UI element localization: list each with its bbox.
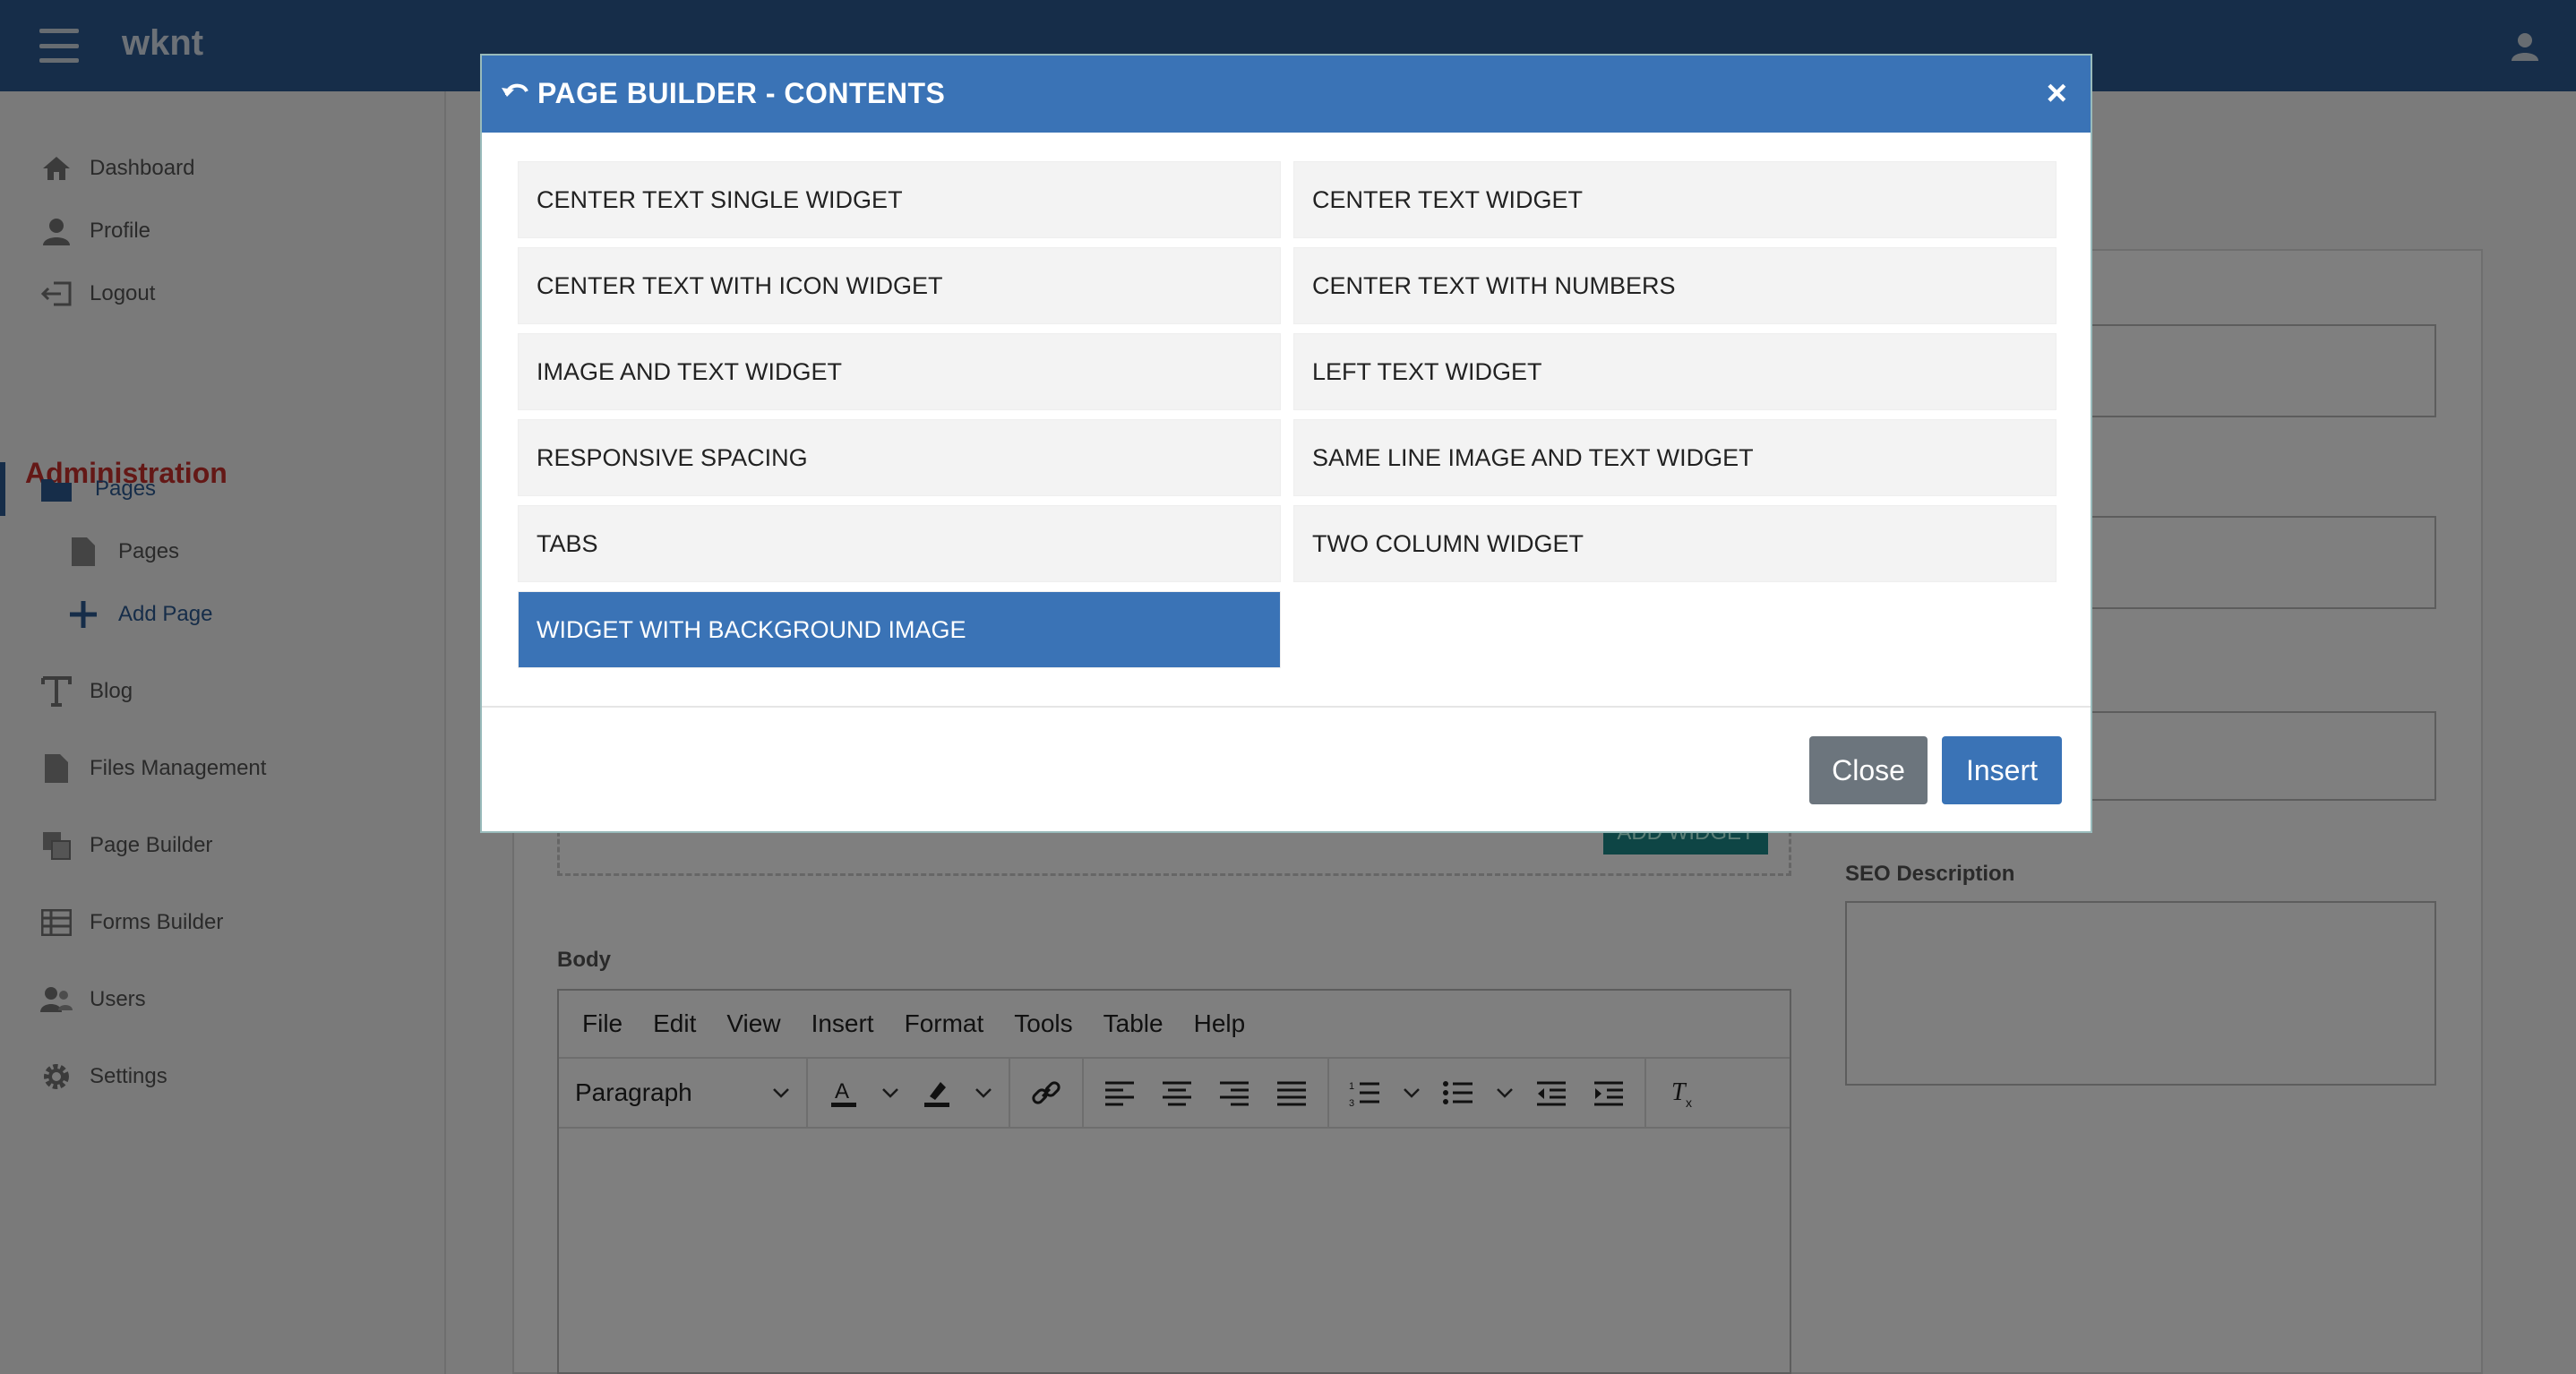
widget-option[interactable]: CENTER TEXT SINGLE WIDGET xyxy=(518,161,1281,238)
widget-option[interactable]: LEFT TEXT WIDGET xyxy=(1293,333,2057,410)
insert-button[interactable]: Insert xyxy=(1942,736,2062,804)
modal-header: PAGE BUILDER - CONTENTS × xyxy=(482,56,2091,133)
widget-option[interactable]: CENTER TEXT WIDGET xyxy=(1293,161,2057,238)
widget-option[interactable]: RESPONSIVE SPACING xyxy=(518,419,1281,496)
widget-option[interactable]: TWO COLUMN WIDGET xyxy=(1293,505,2057,582)
widget-option[interactable]: CENTER TEXT WITH ICON WIDGET xyxy=(518,247,1281,324)
modal-title: PAGE BUILDER - CONTENTS xyxy=(537,77,946,109)
page-builder-modal: PAGE BUILDER - CONTENTS × CENTER TEXT SI… xyxy=(480,54,2092,833)
undo-icon xyxy=(502,83,528,97)
close-icon[interactable]: × xyxy=(2047,75,2067,111)
widget-option[interactable]: TABS xyxy=(518,505,1281,582)
modal-footer-divider xyxy=(482,706,2091,708)
widget-option[interactable]: CENTER TEXT WITH NUMBERS xyxy=(1293,247,2057,324)
widget-option-selected[interactable]: WIDGET WITH BACKGROUND IMAGE xyxy=(518,591,1281,668)
close-button[interactable]: Close xyxy=(1809,736,1928,804)
widget-option[interactable]: SAME LINE IMAGE AND TEXT WIDGET xyxy=(1293,419,2057,496)
widget-option[interactable]: IMAGE AND TEXT WIDGET xyxy=(518,333,1281,410)
